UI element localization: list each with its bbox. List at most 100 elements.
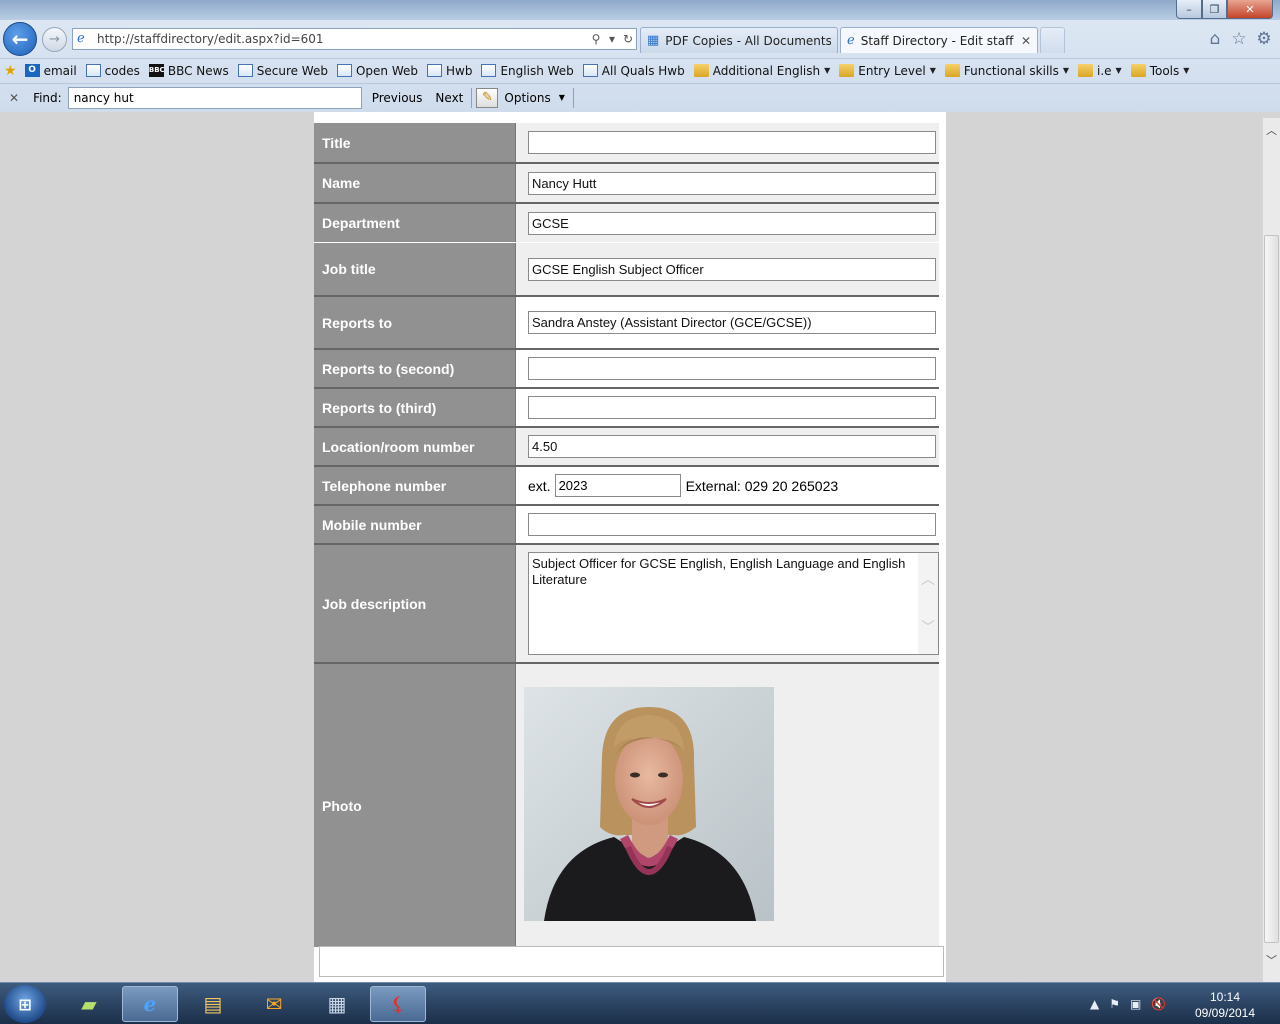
favorite-folder-tools[interactable]: Tools ▼	[1130, 64, 1189, 78]
find-next-button[interactable]: Next	[435, 91, 463, 105]
network-icon[interactable]: ▣	[1130, 997, 1141, 1011]
reports-to-second-input[interactable]	[528, 357, 936, 380]
tab-label: PDF Copies - All Documents	[665, 33, 831, 48]
form-row-job-description: Job description Subject Officer for GCSE…	[314, 543, 939, 662]
find-previous-button[interactable]: Previous	[372, 91, 423, 105]
new-tab-button[interactable]	[1040, 27, 1065, 53]
field-cell: Sandra Anstey (Assistant Director (GCE/G…	[515, 297, 939, 348]
favorite-secure-web[interactable]: Secure Web	[237, 64, 328, 78]
address-url[interactable]: http://staffdirectory/edit.aspx?id=601	[97, 32, 588, 46]
chevron-down-icon[interactable]: ▾	[604, 32, 620, 46]
favorite-hwb[interactable]: Hwb	[427, 64, 472, 78]
close-tab-icon[interactable]: ✕	[1021, 34, 1031, 48]
textarea-scrollbar[interactable]: ︿ ﹀	[918, 553, 938, 654]
add-favorites-icon[interactable]: ★	[4, 63, 17, 79]
favorite-email[interactable]: Oemail	[24, 64, 77, 78]
field-label: Telephone number	[314, 467, 515, 504]
form-row-department: Department GCSE	[314, 202, 939, 242]
chevron-down-icon: ▼	[824, 66, 831, 75]
favorite-open-web[interactable]: Open Web	[336, 64, 418, 78]
favorite-codes[interactable]: codes	[85, 63, 140, 78]
favorite-folder-functional-skills[interactable]: Functional skills ▼	[944, 64, 1069, 78]
system-clock[interactable]: 10:14 09/09/2014	[1190, 989, 1260, 1021]
location-input[interactable]: 4.50	[528, 435, 936, 458]
field-label: Job title	[314, 243, 515, 295]
back-arrow-icon: ←	[11, 27, 29, 51]
tab-staff-directory[interactable]: ℯ Staff Directory - Edit staff m... ✕	[840, 27, 1038, 53]
favorite-bbc-news[interactable]: BBC BBC News	[148, 64, 229, 78]
minimize-button[interactable]: –	[1176, 0, 1202, 19]
acrobat-icon[interactable]: ⚸	[370, 986, 426, 1022]
ie-page-icon: ℯ	[77, 31, 85, 46]
back-button[interactable]: ←	[3, 22, 37, 56]
mobile-input[interactable]	[528, 513, 936, 536]
show-hidden-icons-icon[interactable]: ▲	[1090, 997, 1099, 1011]
web-page-icon	[336, 64, 352, 77]
favorite-folder-ie[interactable]: i.e ▼	[1078, 64, 1122, 78]
folder-icon	[839, 64, 855, 77]
bbc-icon: BBC	[148, 64, 165, 77]
volume-muted-icon[interactable]: 🔇	[1151, 997, 1166, 1011]
find-label: Find:	[33, 90, 62, 105]
title-input[interactable]	[528, 131, 936, 154]
field-cell	[515, 123, 939, 162]
file-explorer-icon[interactable]: ▤	[185, 986, 241, 1022]
page-scrollbar[interactable]: ︿ ﹀	[1262, 118, 1280, 982]
telephone-ext-input[interactable]: 2023	[554, 474, 681, 497]
job-description-text[interactable]: Subject Officer for GCSE English, Englis…	[532, 556, 912, 588]
reports-to-input[interactable]: Sandra Anstey (Assistant Director (GCE/G…	[528, 311, 936, 334]
scroll-up-icon[interactable]: ︿	[921, 569, 935, 589]
action-center-flag-icon[interactable]: ⚑	[1109, 997, 1120, 1011]
gear-icon[interactable]: ⚙	[1254, 29, 1274, 49]
separator	[471, 87, 473, 108]
favorite-label: codes	[104, 63, 140, 78]
find-options-button[interactable]: Options	[504, 91, 550, 105]
form-row-job-title: Job title GCSE English Subject Officer	[314, 242, 939, 295]
chevron-down-icon[interactable]: ▼	[559, 93, 565, 102]
favorite-folder-entry-level[interactable]: Entry Level ▼	[839, 64, 936, 78]
search-icon[interactable]: ⚲	[588, 32, 604, 46]
close-find-icon[interactable]: ✕	[9, 91, 19, 105]
field-label: Name	[314, 164, 515, 202]
outlook-icon[interactable]: ✉	[246, 986, 302, 1022]
ie-page-icon: ℯ	[847, 33, 855, 48]
favorite-folder-additional-english[interactable]: Additional English ▼	[693, 64, 831, 78]
close-window-button[interactable]: ✕	[1227, 0, 1273, 19]
scroll-down-icon[interactable]: ﹀	[1263, 952, 1280, 968]
department-input[interactable]: GCSE	[528, 211, 936, 235]
title-bar	[0, 0, 1280, 20]
favorite-english-web[interactable]: English Web	[481, 64, 574, 78]
refresh-icon[interactable]: ↻	[620, 32, 636, 46]
browser-chrome: – ❐ ✕ ← → ℯ http://staffdirectory/edit.a…	[0, 0, 1280, 112]
job-description-textarea[interactable]: Subject Officer for GCSE English, Englis…	[528, 552, 939, 655]
calculator-icon[interactable]: ▦	[309, 986, 365, 1022]
forward-button[interactable]: →	[42, 27, 67, 52]
field-label: Job description	[314, 545, 515, 662]
taskbar: ⊞ ▰ ℯ ▤ ✉ ▦ ⚸ ▲ ⚑ ▣ 🔇 10:14 09/09/2014	[0, 982, 1280, 1024]
clock-date: 09/09/2014	[1194, 1006, 1256, 1020]
tab-pdf-copies[interactable]: ▦ PDF Copies - All Documents	[640, 27, 838, 53]
scroll-up-icon[interactable]: ︿	[1263, 122, 1280, 138]
scroll-thumb[interactable]	[1264, 235, 1279, 943]
start-button[interactable]: ⊞	[4, 985, 46, 1023]
favorites-star-icon[interactable]: ☆	[1229, 29, 1249, 49]
find-input[interactable]: nancy hut	[67, 86, 362, 109]
internet-explorer-icon[interactable]: ℯ	[122, 986, 178, 1022]
name-input[interactable]: Nancy Hutt	[528, 171, 936, 195]
form-footer	[319, 946, 944, 977]
address-bar[interactable]: ℯ http://staffdirectory/edit.aspx?id=601…	[72, 28, 637, 50]
highlight-pencil-icon[interactable]: ✎	[476, 87, 499, 108]
field-label: Reports to (third)	[314, 389, 515, 426]
favorite-all-quals-hwb[interactable]: All Quals Hwb	[582, 64, 685, 78]
job-title-input[interactable]: GCSE English Subject Officer	[528, 257, 936, 281]
field-cell	[515, 350, 939, 387]
restore-button[interactable]: ❐	[1202, 0, 1227, 19]
chevron-down-icon: ▼	[1115, 66, 1122, 75]
sharepoint-page-icon: ▦	[647, 33, 660, 48]
home-icon[interactable]: ⌂	[1205, 29, 1225, 49]
scroll-down-icon[interactable]: ﹀	[921, 617, 935, 637]
chevron-down-icon: ▼	[929, 66, 936, 75]
reports-to-third-input[interactable]	[528, 396, 936, 419]
sticky-notes-icon[interactable]: ▰	[61, 986, 117, 1022]
web-page-icon	[85, 64, 101, 77]
